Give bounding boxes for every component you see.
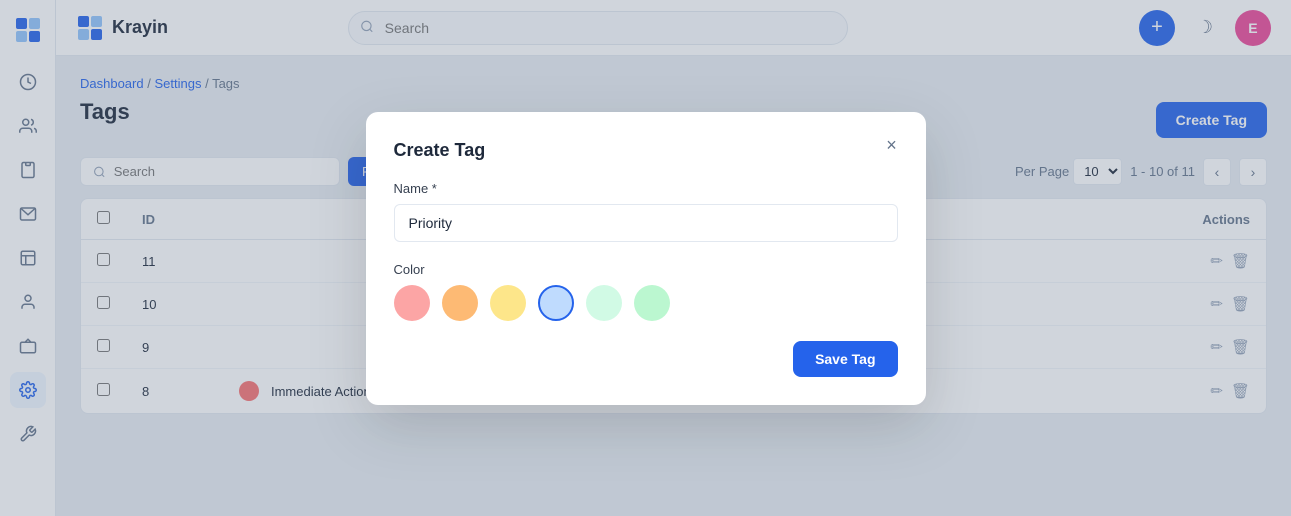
color-swatch-lightgreen1[interactable]: [586, 285, 622, 321]
modal-footer: Save Tag: [394, 341, 898, 377]
color-label: Color: [394, 262, 898, 277]
modal-close-button[interactable]: ×: [878, 132, 906, 160]
color-swatch-yellow[interactable]: [490, 285, 526, 321]
save-tag-button[interactable]: Save Tag: [793, 341, 897, 377]
create-tag-modal: Create Tag × Name * Color Save Tag: [366, 112, 926, 405]
modal-overlay[interactable]: Create Tag × Name * Color Save Tag: [0, 0, 1291, 516]
color-swatch-peach[interactable]: [442, 285, 478, 321]
name-label: Name *: [394, 181, 898, 196]
name-input[interactable]: [394, 204, 898, 242]
color-swatch-lightblue[interactable]: [538, 285, 574, 321]
modal-title: Create Tag: [394, 140, 898, 161]
color-form-group: Color: [394, 262, 898, 321]
color-picker: [394, 285, 898, 321]
color-swatch-lightgreen2[interactable]: [634, 285, 670, 321]
color-swatch-red[interactable]: [394, 285, 430, 321]
name-form-group: Name *: [394, 181, 898, 242]
